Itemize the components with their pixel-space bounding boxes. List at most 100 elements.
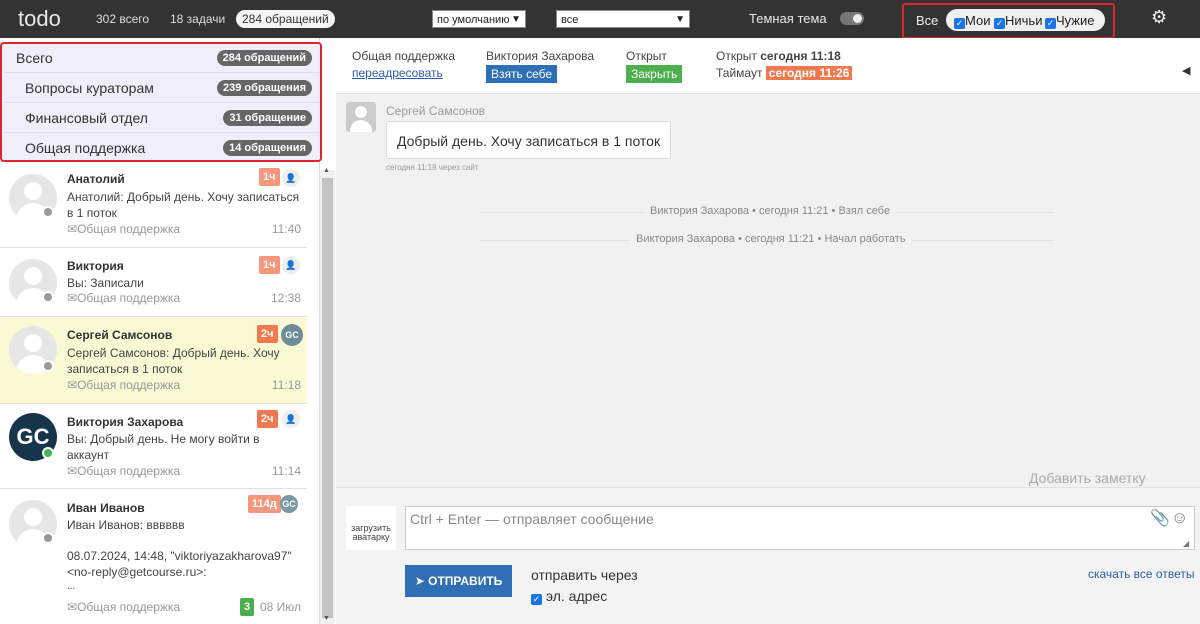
dialog-item[interactable]: GC Виктория Захарова Вы: Добрый день. Не… [0,405,307,489]
avatar [346,102,376,132]
status-dot [42,532,54,544]
download-answers-link[interactable]: скачать все ответы [1088,567,1194,581]
category-name: Вопросы кураторам [25,80,154,96]
send-via-label: отправить через [531,567,638,583]
scroll-up-icon[interactable]: ▲ [323,167,330,174]
user-icon: 👤 [282,256,300,274]
unread-count-badge: 3 [240,598,255,616]
total-count[interactable]: 302 всего [96,12,149,26]
resize-handle-icon[interactable]: ◢ [1183,539,1189,548]
dialog-name: Иван Иванов [67,501,145,515]
filter-all-label[interactable]: Все [916,13,938,28]
category-item-finance[interactable]: Финансовый отдел 31 обращение [4,104,320,133]
age-badge: 1ч [259,168,280,186]
opened-time: Открыт сегодня 11:18 [716,49,841,63]
dialog-source: ✉Общая поддержка [67,291,181,305]
emoji-icon[interactable]: ☺ [1171,508,1188,528]
dialog-preview: Вы: Добрый день. Не могу войти в аккаунт [67,432,260,462]
dialog-source: ✉Общая поддержка [67,464,181,478]
age-badge: 2ч [257,410,278,428]
dialog-item[interactable]: Виктория Вы: Записали ✉Общая поддержка 1… [0,249,307,317]
close-button[interactable]: Закрыть [626,65,683,83]
dialog-time: 11:14 [271,464,301,478]
upload-avatar-button[interactable]: загрузить аватарку [346,506,396,550]
category-item-support[interactable]: Общая поддержка 14 обращения [4,134,320,163]
app-logo[interactable]: todo [18,6,61,32]
system-event: Виктория Захарова • сегодня 11:21 • Взял… [644,205,897,217]
forward-link[interactable]: переадресовать [352,66,443,80]
filter-select-value: все [561,14,579,26]
scroll-down-icon[interactable]: ▼ [323,615,330,622]
scrollbar-thumb[interactable] [322,178,333,618]
checkbox-checked-icon: ✓ [531,594,542,605]
age-badge: 2ч [257,325,278,343]
sort-select-value: по умолчанию [437,14,510,26]
dialog-source: ✉Общая поддержка [67,600,181,614]
dialog-preview-line: <no-reply@getcourse.ru>: [67,565,207,579]
dialog-item-active[interactable]: Сергей Самсонов Сергей Самсонов: Добрый … [0,318,307,404]
message-author: Сергей Самсонов [386,104,486,118]
send-plane-icon: ➤ [414,574,425,588]
chevron-down-icon: ▼ [511,14,521,25]
add-note-link[interactable]: Добавить заметку [1029,470,1146,486]
dialog-name: Анатолий [67,172,125,186]
dialog-preview-line: 08.07.2024, 14:48, "viktoriyazakharova97… [67,549,292,563]
department-label: Общая поддержка [352,49,456,63]
agent-avatar: GC [281,324,303,346]
requests-count[interactable]: 284 обращений [236,10,335,28]
category-item-all[interactable]: Всего 284 обращений [4,44,320,73]
dialog-item[interactable]: Иван Иванов Иван Иванов: вввввв 08.07.20… [0,490,307,624]
filter-mine-checkbox[interactable]: ✓ Мои [954,13,990,29]
message-bubble: Добрый день. Хочу записаться в 1 поток [386,121,672,159]
dialog-preview: Анатолий: Добрый день. Хочу записаться в… [67,190,300,220]
dialog-time: 11:40 [271,222,301,236]
take-button-label: Взять себе [486,65,558,83]
dialog-preview: Иван Иванов: вввввв [67,518,185,532]
age-badge: 1ч [259,256,280,274]
timeout-time: Таймаут сегодня 11:26 [716,66,853,80]
status-dot [42,360,54,372]
assignee-label: Виктория Захарова [486,49,595,63]
filter-nobody-label: Ничьи [1005,13,1043,28]
attach-icon[interactable]: 📎 [1150,508,1170,528]
agent-avatar: GC [280,495,298,513]
dark-theme-label: Темная тема [749,11,827,26]
category-list: Всего 284 обращений Вопросы кураторам 23… [0,42,322,162]
tasks-count[interactable]: 18 задачи [170,12,225,26]
category-name: Финансовый отдел [25,110,148,126]
dialog-name: Виктория Захарова [67,415,184,429]
checkbox-checked-icon: ✓ [954,18,965,29]
dialog-time: 12:38 [270,291,301,305]
user-icon: 👤 [282,169,300,187]
email-channel-label: эл. адрес [545,588,608,604]
message-meta: сегодня 11:18 через сайт [386,163,479,172]
category-item-curators[interactable]: Вопросы кураторам 239 обращения [4,74,320,103]
online-status-dot [42,447,54,459]
take-button[interactable]: Взять себе [486,65,558,83]
user-icon: 👤 [282,410,300,428]
email-channel-checkbox[interactable]: ✓ эл. адрес [531,588,607,605]
category-name: Общая поддержка [25,140,146,156]
filter-others-label: Чужие [1056,13,1095,28]
filter-others-checkbox[interactable]: ✓ Чужие [1045,13,1095,29]
dialog-time: 11:18 [271,378,301,392]
message-input[interactable]: Ctrl + Enter — отправляет сообщение [405,506,1195,550]
send-button-label: ОТПРАВИТЬ [428,574,503,588]
filter-select[interactable]: все ▼ [556,10,690,28]
category-badge: 14 обращения [223,140,312,156]
category-badge: 284 обращений [216,50,312,66]
send-button[interactable]: ➤ ОТПРАВИТЬ [405,565,512,597]
dialog-item[interactable]: Анатолий Анатолий: Добрый день. Хочу зап… [0,166,307,248]
checkbox-checked-icon: ✓ [1045,18,1056,29]
dark-theme-toggle[interactable] [840,12,864,25]
dialog-preview-line: ... [67,581,76,592]
dialog-name: Сергей Самсонов [67,328,173,342]
filter-nobody-checkbox[interactable]: ✓ Ничьи [994,13,1042,29]
gear-icon[interactable]: ⚙ [1151,7,1167,28]
dialog-list-panel: Всего 284 обращений Вопросы кураторам 23… [0,38,322,624]
sort-select[interactable]: по умолчанию ▼ [432,10,526,28]
checkbox-checked-icon: ✓ [994,18,1005,29]
collapse-arrow-icon[interactable]: ◀ [1182,64,1190,77]
system-event: Виктория Захарова • сегодня 11:21 • Нача… [630,233,912,245]
age-badge: 114д [248,495,281,513]
